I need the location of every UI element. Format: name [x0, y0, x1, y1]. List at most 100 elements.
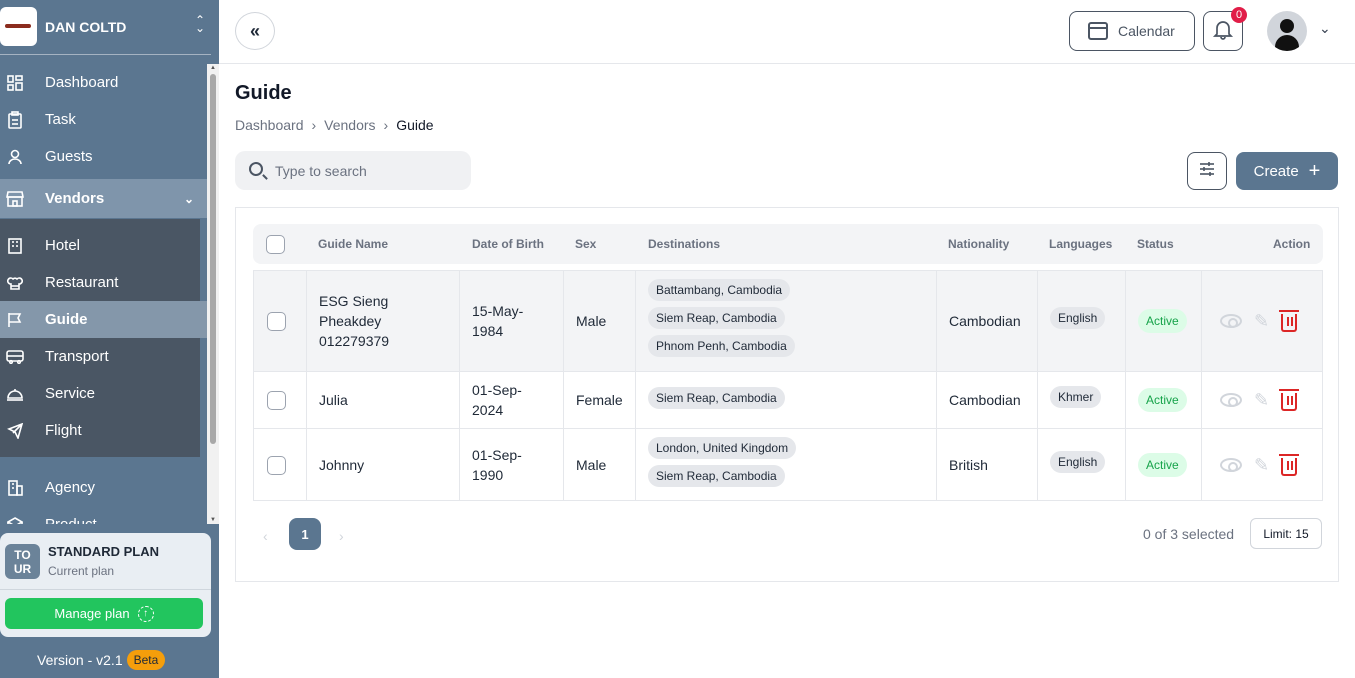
create-button[interactable]: Create +	[1236, 152, 1338, 190]
sidebar-item-agency[interactable]: Agency	[0, 469, 207, 506]
view-icon[interactable]	[1220, 458, 1242, 472]
column-header[interactable]: Languages	[1049, 237, 1112, 251]
plan-title: STANDARD PLAN	[48, 544, 159, 559]
nationality-value: British	[949, 457, 988, 473]
flag-icon	[6, 311, 24, 329]
table-row[interactable]: ESG Sieng Pheakdey 012279379 15-May- 198…	[253, 270, 1323, 372]
prev-page-button[interactable]: ‹	[263, 528, 268, 544]
sidebar-item-label: Restaurant	[45, 274, 119, 291]
collapse-sidebar-button[interactable]: «	[235, 12, 275, 50]
edit-icon[interactable]: ✎	[1254, 311, 1269, 332]
dob-line: 1984	[472, 323, 504, 339]
destination-tag: Battambang, Cambodia	[648, 279, 791, 301]
row-checkbox[interactable]	[267, 456, 286, 475]
manage-plan-label: Manage plan	[54, 606, 130, 621]
search-input[interactable]: Type to search	[235, 151, 471, 190]
chevron-down-icon: ⌄	[184, 191, 195, 206]
column-header[interactable]: Date of Birth	[472, 237, 544, 251]
concierge-bell-icon	[6, 385, 24, 403]
guide-name-line: ESG Sieng	[319, 293, 389, 309]
row-checkbox[interactable]	[267, 391, 286, 410]
sidebar: DAN COLTD ⌃ ⌄ Dashboard Task Guests Vend…	[0, 0, 219, 678]
sidebar-item-guide[interactable]: Guide	[0, 301, 207, 338]
chevron-down-icon[interactable]: ⌄	[1319, 20, 1331, 37]
column-header[interactable]: Nationality	[948, 237, 1009, 251]
org-switcher[interactable]: DAN COLTD ⌃ ⌄	[0, 0, 219, 55]
dob-line: 01-Sep-	[472, 382, 522, 398]
office-building-icon	[6, 479, 24, 497]
selection-count: 0 of 3 selected	[1143, 526, 1235, 542]
calendar-button[interactable]: Calendar	[1069, 11, 1195, 51]
topbar: « Calendar 0 ⌄	[219, 0, 1355, 64]
page-limit-select[interactable]: Limit: 15	[1250, 518, 1322, 549]
sidebar-item-product[interactable]: Product	[0, 506, 207, 524]
delete-icon[interactable]	[1279, 454, 1300, 476]
column-header[interactable]: Sex	[575, 237, 596, 251]
column-header[interactable]: Destinations	[648, 237, 720, 251]
breadcrumb-current: Guide	[396, 117, 434, 133]
notification-count-badge: 0	[1231, 7, 1247, 23]
sidebar-item-label: Agency	[45, 479, 96, 496]
sidebar-item-vendors[interactable]: Vendors ⌄	[0, 179, 207, 218]
plane-icon	[6, 422, 24, 440]
view-icon[interactable]	[1220, 393, 1242, 407]
select-all-checkbox[interactable]	[266, 235, 285, 254]
sidebar-item-service[interactable]: Service	[0, 375, 207, 412]
row-checkbox[interactable]	[267, 312, 286, 331]
box-icon	[6, 516, 24, 524]
table-row[interactable]: Johnny 01-Sep- 1990 Male London, United …	[253, 428, 1323, 501]
column-header[interactable]: Status	[1137, 237, 1174, 251]
page-button[interactable]: 1	[289, 518, 321, 550]
sidebar-item-label: Guide	[45, 311, 88, 328]
next-page-button[interactable]: ›	[339, 528, 344, 544]
sex-value: Male	[576, 313, 607, 329]
breadcrumb-item[interactable]: Vendors	[324, 117, 375, 133]
scroll-thumb[interactable]	[210, 74, 216, 444]
calendar-icon	[1088, 22, 1108, 40]
search-placeholder: Type to search	[275, 162, 367, 179]
destination-tag: Siem Reap, Cambodia	[648, 387, 785, 409]
edit-icon[interactable]: ✎	[1254, 455, 1269, 476]
guide-table-card: Guide Name Date of Birth Sex Destination…	[235, 207, 1339, 582]
sidebar-item-transport[interactable]: Transport	[0, 338, 207, 375]
sidebar-item-restaurant[interactable]: Restaurant	[0, 264, 207, 301]
status-badge: Active	[1138, 388, 1187, 412]
chevron-up-down-icon[interactable]: ⌃ ⌄	[193, 14, 207, 34]
column-header[interactable]: Guide Name	[318, 237, 388, 251]
sidebar-item-label: Guests	[45, 148, 93, 165]
sidebar-item-flight[interactable]: Flight	[0, 412, 207, 449]
language-tag: English	[1050, 451, 1106, 473]
sidebar-item-dashboard[interactable]: Dashboard	[0, 64, 207, 101]
sidebar-item-label: Vendors	[45, 190, 105, 207]
org-name: DAN COLTD	[45, 19, 127, 35]
view-icon[interactable]	[1220, 314, 1242, 328]
sidebar-item-guests[interactable]: Guests	[0, 138, 207, 175]
sidebar-item-task[interactable]: Task	[0, 101, 207, 138]
dob-line: 01-Sep-	[472, 447, 522, 463]
sidebar-scrollbar[interactable]: ▲ ▼	[207, 64, 219, 524]
sidebar-item-hotel[interactable]: Hotel	[0, 227, 207, 264]
guide-name-line: Johnny	[319, 457, 365, 473]
column-header: Action	[1273, 237, 1311, 251]
delete-icon[interactable]	[1279, 310, 1300, 332]
sidebar-item-label: Task	[45, 111, 76, 128]
scroll-up-icon[interactable]: ▲	[210, 65, 216, 71]
sidebar-item-label: Product	[45, 516, 97, 524]
manage-plan-button[interactable]: Manage plan ↑	[5, 598, 203, 629]
edit-icon[interactable]: ✎	[1254, 390, 1269, 411]
delete-icon[interactable]	[1279, 389, 1300, 411]
scroll-down-icon[interactable]: ▼	[210, 517, 216, 523]
divider	[0, 54, 211, 55]
avatar[interactable]	[1267, 11, 1307, 51]
sex-value: Male	[576, 457, 607, 473]
create-label: Create	[1253, 162, 1299, 180]
breadcrumb-item[interactable]: Dashboard	[235, 117, 304, 133]
table-row[interactable]: Julia 01-Sep- 2024 Female Siem Reap, Cam…	[253, 371, 1323, 429]
language-tag: English	[1050, 307, 1106, 329]
destination-tag: Siem Reap, Cambodia	[648, 307, 785, 329]
clipboard-icon	[6, 110, 24, 129]
plan-logo: TO UR	[5, 544, 40, 579]
grid-icon	[6, 74, 24, 92]
filter-button[interactable]	[1187, 152, 1227, 190]
table-header: Guide Name Date of Birth Sex Destination…	[253, 224, 1323, 264]
